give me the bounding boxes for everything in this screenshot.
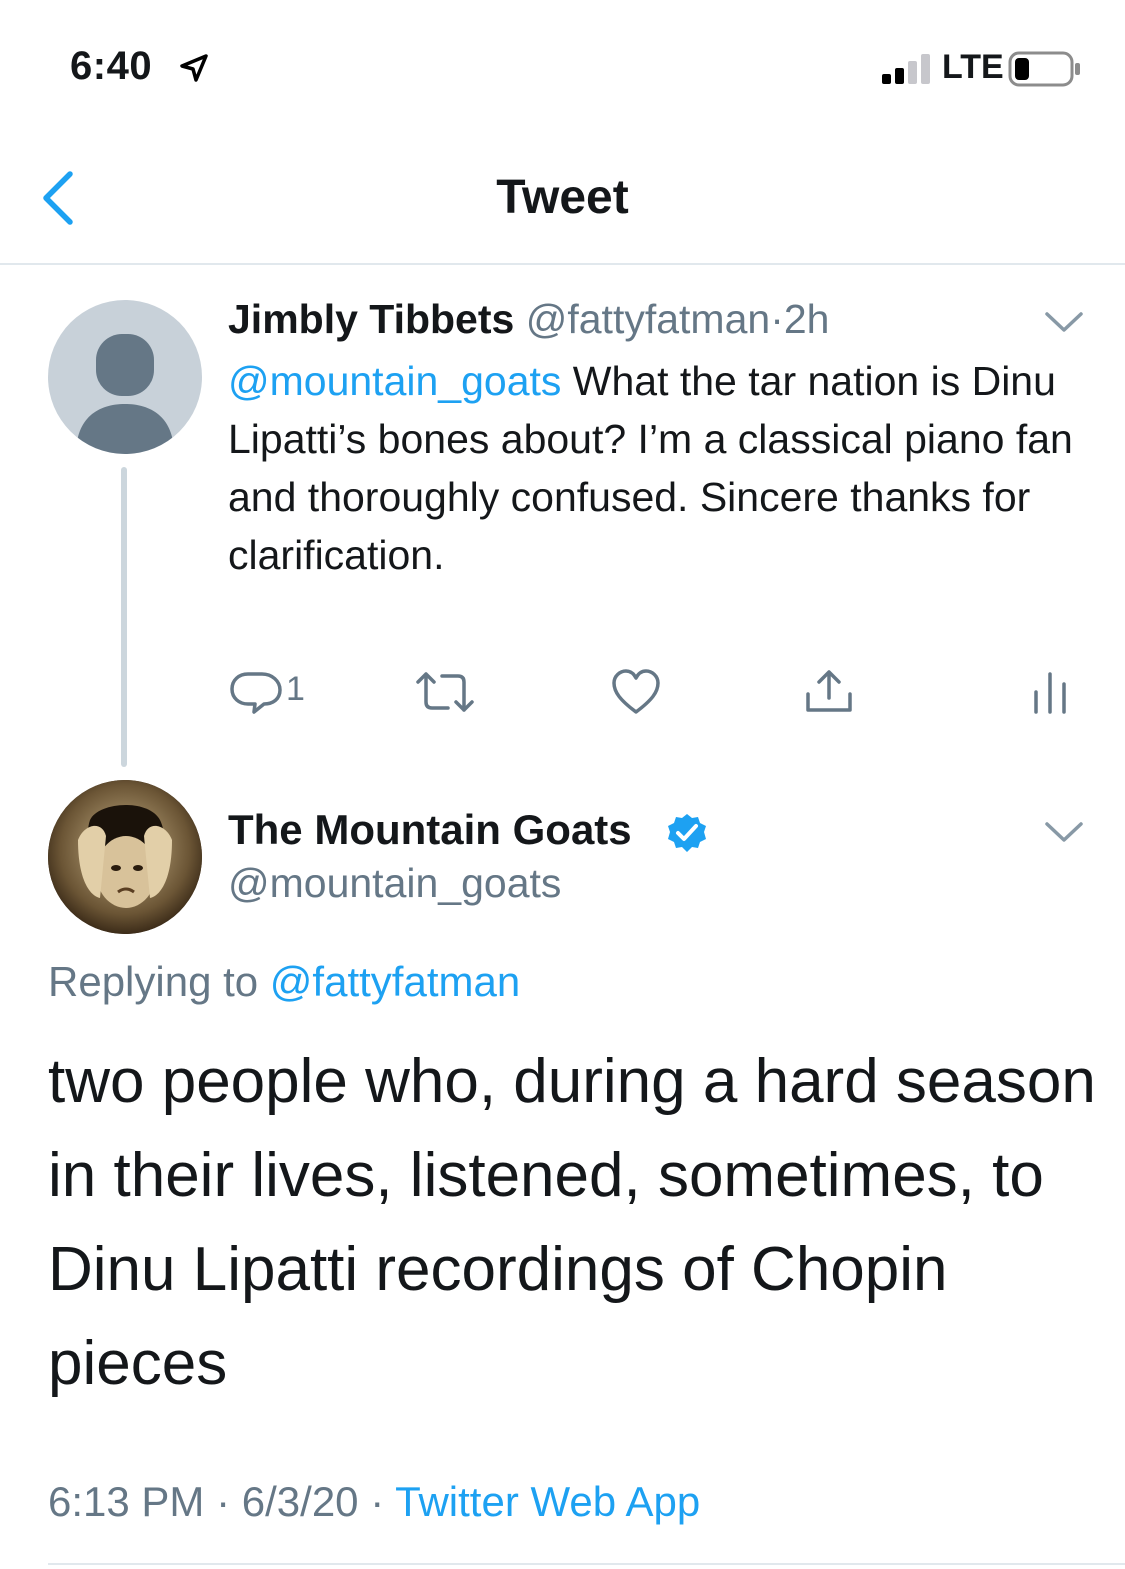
location-arrow-icon <box>180 54 208 82</box>
reply-tweet-header: Jimbly Tibbets @fattyfatman·2h <box>228 296 829 343</box>
nav-divider <box>0 263 1125 265</box>
author-handle[interactable]: @mountain_goats <box>228 860 561 907</box>
tweet-time: 6:13 PM <box>48 1478 205 1525</box>
tweet-source-link[interactable]: Twitter Web App <box>395 1478 700 1525</box>
chevron-down-icon[interactable] <box>1044 310 1084 336</box>
analytics-icon[interactable] <box>1030 668 1070 716</box>
header-separator: · <box>770 296 784 342</box>
meta-separator: · <box>216 1478 231 1525</box>
battery-icon <box>1008 51 1080 87</box>
tweet-text: two people who, during a hard season in … <box>48 1047 1096 1398</box>
status-time: 6:40 <box>70 44 153 88</box>
like-icon[interactable] <box>610 668 662 716</box>
author-name[interactable]: Jimbly Tibbets <box>228 296 514 342</box>
author-name[interactable]: The Mountain Goats <box>228 806 632 854</box>
profile-avatar[interactable] <box>48 780 202 934</box>
replying-prefix: Replying to <box>48 958 270 1005</box>
retweet-icon[interactable] <box>414 668 476 716</box>
default-avatar[interactable] <box>48 300 202 454</box>
tweet-date: 6/3/20 <box>241 1478 359 1525</box>
tweet-age: 2h <box>783 296 830 342</box>
chevron-down-icon[interactable] <box>1044 820 1084 846</box>
page-title: Tweet <box>496 171 629 224</box>
author-handle[interactable]: @fattyfatman <box>526 296 770 342</box>
replying-handle-link[interactable]: @fattyfatman <box>270 958 520 1005</box>
thread-connector <box>121 467 127 767</box>
signal-strength-icon <box>882 54 930 84</box>
share-icon[interactable] <box>804 668 854 716</box>
mention-link[interactable]: @mountain_goats <box>228 358 561 404</box>
reply-icon[interactable] <box>228 668 284 716</box>
network-type: LTE <box>942 48 1004 86</box>
reply-tweet-text: @mountain_goats What the tar nation is D… <box>228 352 1088 584</box>
verified-badge-icon <box>668 814 706 852</box>
default-profile-icon <box>76 334 174 454</box>
replying-to: Replying to @fattyfatman <box>48 958 520 1006</box>
meta-separator: · <box>370 1478 385 1525</box>
reply-count: 1 <box>286 670 305 708</box>
content-divider <box>48 1563 1125 1565</box>
tweet-meta: 6:13 PM · 6/3/20 · Twitter Web App <box>48 1478 700 1526</box>
profile-photo <box>48 780 202 934</box>
